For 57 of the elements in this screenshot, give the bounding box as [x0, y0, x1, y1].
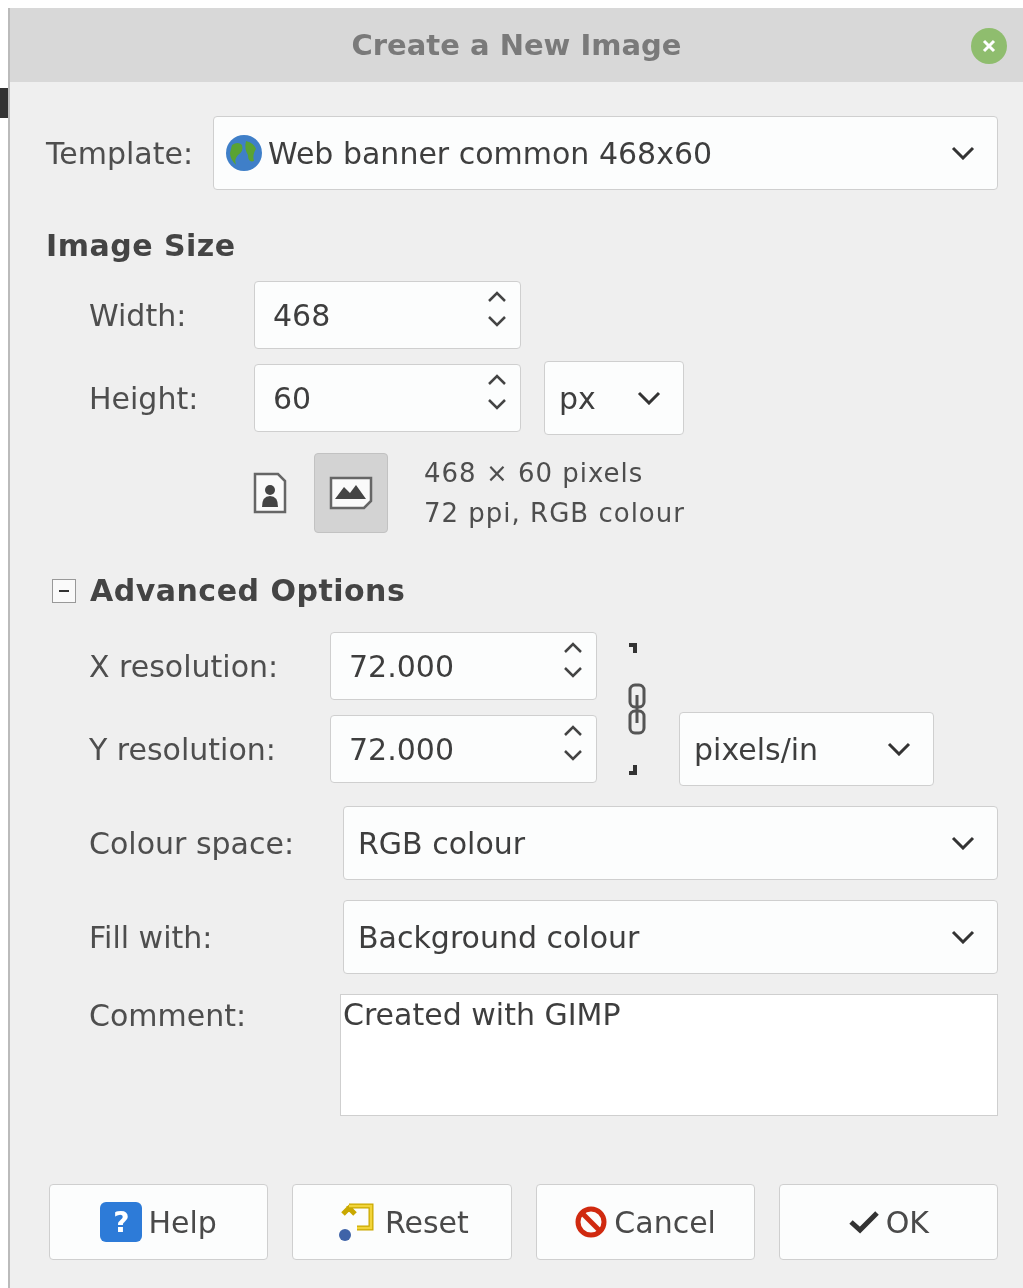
chevron-down-icon: [951, 930, 975, 944]
chevron-up-icon: [563, 642, 583, 654]
chevron-down-icon: [637, 391, 661, 405]
section-heading: Advanced Options: [90, 573, 406, 608]
colour-space-label: Colour space:: [89, 825, 295, 861]
chevron-down-icon: [563, 666, 583, 678]
decrement-button[interactable]: [563, 749, 583, 761]
x-resolution-spin-field[interactable]: 72.000: [330, 632, 597, 700]
checkmark-icon: [847, 1209, 880, 1235]
chevron-down-icon: [487, 398, 507, 410]
cancel-button[interactable]: Cancel: [535, 1184, 755, 1260]
template-label: Template:: [46, 135, 193, 171]
image-info-text: 468 × 60 pixels: [424, 457, 645, 490]
section-heading: Image Size: [46, 228, 237, 263]
increment-button[interactable]: [563, 725, 583, 737]
expander-toggle[interactable]: [52, 578, 76, 603]
landscape-page-icon: [328, 475, 374, 511]
template-dropdown[interactable]: Web banner common 468x60: [213, 116, 998, 190]
window-title: Create a New Image: [351, 28, 682, 62]
decrement-button[interactable]: [487, 398, 507, 410]
height-label: Height:: [89, 380, 200, 416]
increment-button[interactable]: [487, 374, 507, 386]
unit-dropdown[interactable]: px: [544, 361, 684, 435]
help-button[interactable]: ? Help: [49, 1184, 269, 1260]
image-info-text: 72 ppi, RGB colour: [424, 497, 685, 530]
ok-button[interactable]: OK: [778, 1184, 998, 1260]
portrait-page-icon: [252, 471, 288, 515]
chevron-up-icon: [563, 725, 583, 737]
x-resolution-label: X resolution:: [89, 648, 280, 684]
decrement-button[interactable]: [563, 666, 583, 678]
globe-icon: [224, 133, 264, 173]
fill-with-label: Fill with:: [89, 919, 214, 955]
y-resolution-spin-field[interactable]: 72.000: [330, 715, 597, 783]
chevron-up-icon: [487, 374, 507, 386]
prohibited-icon: [574, 1205, 609, 1239]
chevron-down-icon: [951, 146, 975, 160]
reset-button[interactable]: Reset: [292, 1184, 512, 1260]
decrement-button[interactable]: [487, 315, 507, 327]
height-spin-field[interactable]: 60: [254, 364, 521, 432]
comment-label: Comment:: [89, 997, 248, 1033]
comment-field[interactable]: Created with GIMP: [340, 994, 998, 1116]
chevron-down-icon: [887, 742, 911, 756]
chevron-down-icon: [487, 315, 507, 327]
chevron-down-icon: [951, 836, 975, 850]
fill-with-dropdown[interactable]: Background colour: [343, 900, 998, 974]
help-icon: ?: [100, 1202, 143, 1242]
orientation-toggle[interactable]: [314, 453, 388, 533]
resolution-unit-dropdown[interactable]: pixels/in: [679, 712, 934, 786]
close-icon: [981, 38, 997, 54]
y-resolution-label: Y resolution:: [89, 731, 277, 767]
width-spin-field[interactable]: 468: [254, 281, 521, 349]
colour-space-dropdown[interactable]: RGB colour: [343, 806, 998, 880]
width-label: Width:: [89, 297, 188, 333]
chevron-up-icon: [487, 291, 507, 303]
increment-button[interactable]: [563, 642, 583, 654]
chevron-down-icon: [563, 749, 583, 761]
increment-button[interactable]: [487, 291, 507, 303]
